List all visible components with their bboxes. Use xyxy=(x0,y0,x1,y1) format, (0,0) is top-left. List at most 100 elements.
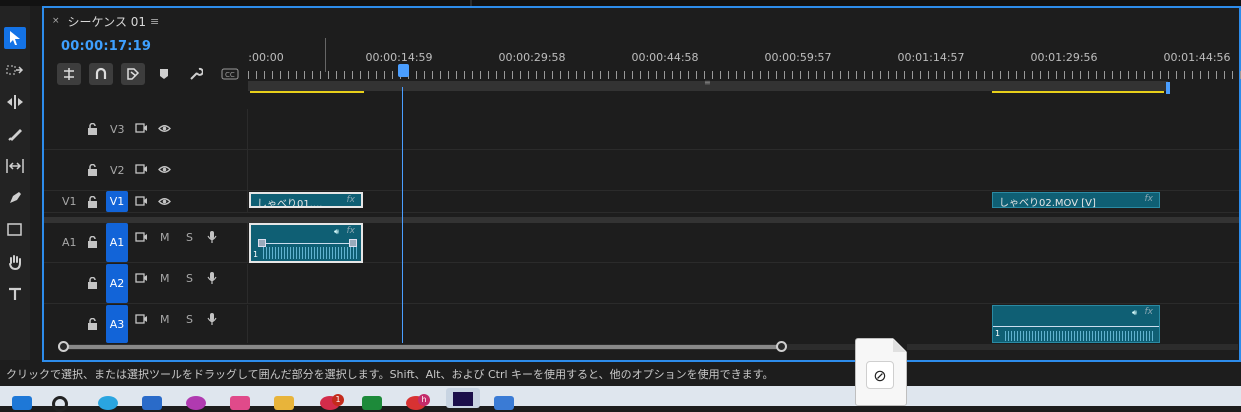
video-clip[interactable]: しゃべり01.... fx xyxy=(249,192,363,210)
selection-tool-icon[interactable] xyxy=(4,27,26,49)
keyframe-left[interactable] xyxy=(258,239,266,247)
ripple-edit-tool-icon[interactable] xyxy=(4,91,26,113)
volume-rubberband[interactable] xyxy=(261,243,353,244)
eye-icon[interactable] xyxy=(157,122,171,134)
speaker-icon: 🔊︎ xyxy=(333,227,339,236)
status-bar-text: クリックで選択、または選択ツールをドラッグして囲んだ部分を選択します。Shift… xyxy=(0,364,1241,386)
track-target-a3[interactable]: A3 xyxy=(106,305,128,343)
track-select-forward-tool-icon[interactable] xyxy=(4,59,26,81)
app-icon[interactable] xyxy=(230,396,250,410)
mute-button[interactable]: M xyxy=(160,313,170,326)
sync-lock-icon[interactable] xyxy=(134,195,148,207)
app-icon[interactable]: h xyxy=(406,394,430,410)
track-header: V2 xyxy=(44,150,248,190)
microphone-icon[interactable] xyxy=(206,270,218,286)
no-drop-icon: ⊘ xyxy=(866,361,894,389)
solo-button[interactable]: S xyxy=(186,231,193,244)
lock-icon[interactable] xyxy=(86,236,98,248)
playhead-timecode[interactable]: 00:00:17:19 xyxy=(61,39,151,54)
track-target-a2[interactable]: A2 xyxy=(106,264,128,303)
track-header: V1 V1 xyxy=(44,191,248,212)
eye-icon[interactable] xyxy=(157,195,171,207)
keyframe-right[interactable] xyxy=(349,239,357,247)
rectangle-tool-icon[interactable] xyxy=(4,219,26,241)
folder-icon[interactable] xyxy=(274,396,294,410)
calendar-icon[interactable] xyxy=(494,396,514,410)
captions-icon[interactable]: CC xyxy=(220,66,240,82)
snap-magnet-button[interactable] xyxy=(89,63,113,85)
lock-icon[interactable] xyxy=(86,318,98,330)
audio-waveform xyxy=(1005,331,1155,341)
edge-icon[interactable] xyxy=(98,396,118,410)
video-clip[interactable]: しゃべり02.MOV [V] fx xyxy=(992,192,1160,209)
lock-icon[interactable] xyxy=(86,277,98,289)
linked-selection-button[interactable] xyxy=(121,63,145,85)
source-patch-a1[interactable]: A1 xyxy=(62,236,77,249)
svg-text:CC: CC xyxy=(225,71,235,79)
zoom-handle-right[interactable] xyxy=(776,341,787,352)
lock-icon[interactable] xyxy=(86,196,98,208)
volume-rubberband[interactable] xyxy=(993,326,1159,327)
notification-badge: h xyxy=(418,394,430,406)
add-marker-icon[interactable] xyxy=(156,66,172,82)
taskbar: 1 h xyxy=(0,386,1241,412)
horizontal-zoom-scrollbar[interactable] xyxy=(58,341,1238,352)
solo-button[interactable]: S xyxy=(186,313,193,326)
clip-name: しゃべり01.... xyxy=(257,199,323,210)
track-v3: V3 xyxy=(44,109,1239,150)
ruler-label: 00:00:44:58 xyxy=(631,51,699,64)
channel-number: 1 xyxy=(253,250,259,259)
tools-panel xyxy=(0,6,30,360)
start-icon[interactable] xyxy=(12,396,32,410)
timeline-panel: × シーケンス 01 ≡ 00:00:17:19 CC :00:00 00:00… xyxy=(42,6,1241,362)
ruler-label: :00:00 xyxy=(248,51,284,64)
premiere-icon xyxy=(453,392,473,406)
microphone-icon[interactable] xyxy=(206,229,218,245)
sequence-tab[interactable]: × シーケンス 01 ≡ xyxy=(52,11,159,31)
sync-lock-icon[interactable] xyxy=(134,231,148,243)
search-icon[interactable] xyxy=(52,396,68,412)
track-target-a1[interactable]: A1 xyxy=(106,223,128,262)
sync-lock-icon[interactable] xyxy=(134,163,148,175)
wrench-settings-icon[interactable] xyxy=(188,66,204,82)
scroll-thumb[interactable] xyxy=(58,345,780,349)
ruler-cursor-line xyxy=(325,38,326,72)
work-area-grip-icon[interactable]: ≡ xyxy=(704,78,711,87)
mute-button[interactable]: M xyxy=(160,272,170,285)
ruler-label: 00:01:29:56 xyxy=(1030,51,1098,64)
microphone-icon[interactable] xyxy=(206,311,218,327)
pen-tool-icon[interactable] xyxy=(4,187,26,209)
playhead-line[interactable] xyxy=(402,87,403,343)
audio-clip[interactable]: 🔊︎ fx 1 xyxy=(249,223,363,263)
solo-button[interactable]: S xyxy=(186,272,193,285)
app-icon[interactable] xyxy=(186,396,206,410)
zoom-handle-left[interactable] xyxy=(58,341,69,352)
store-icon[interactable] xyxy=(142,396,162,410)
hand-tool-icon[interactable] xyxy=(4,251,26,273)
lock-icon[interactable] xyxy=(86,164,98,176)
playhead-handle[interactable] xyxy=(398,64,409,77)
mute-button[interactable]: M xyxy=(160,231,170,244)
panel-menu-icon[interactable]: ≡ xyxy=(150,15,159,28)
sync-lock-icon[interactable] xyxy=(134,272,148,284)
sync-lock-icon[interactable] xyxy=(134,122,148,134)
razor-tool-icon[interactable] xyxy=(4,123,26,145)
work-area-bar[interactable]: ≡ xyxy=(248,78,1168,91)
sync-lock-icon[interactable] xyxy=(134,313,148,325)
track-target-v1[interactable]: V1 xyxy=(106,191,128,212)
eye-icon[interactable] xyxy=(157,163,171,175)
app-icon[interactable]: 1 xyxy=(320,394,344,410)
source-patch-v1[interactable]: V1 xyxy=(62,195,77,208)
in-out-indicator xyxy=(992,91,1164,93)
type-tool-icon[interactable] xyxy=(4,283,26,305)
excel-icon[interactable] xyxy=(362,396,382,410)
audio-clip[interactable]: 🔊︎ fx 1 xyxy=(992,305,1160,343)
lock-icon[interactable] xyxy=(86,123,98,135)
premiere-active-bg[interactable] xyxy=(446,388,480,408)
close-tab-icon[interactable]: × xyxy=(52,16,60,26)
ruler-label: 00:01:14:57 xyxy=(897,51,965,64)
nest-sequence-button[interactable] xyxy=(57,63,81,85)
time-ruler[interactable]: :00:00 00:00:14:59 00:00:29:58 00:00:44:… xyxy=(248,38,1241,96)
track-header: V3 xyxy=(44,109,248,149)
slip-tool-icon[interactable] xyxy=(4,155,26,177)
